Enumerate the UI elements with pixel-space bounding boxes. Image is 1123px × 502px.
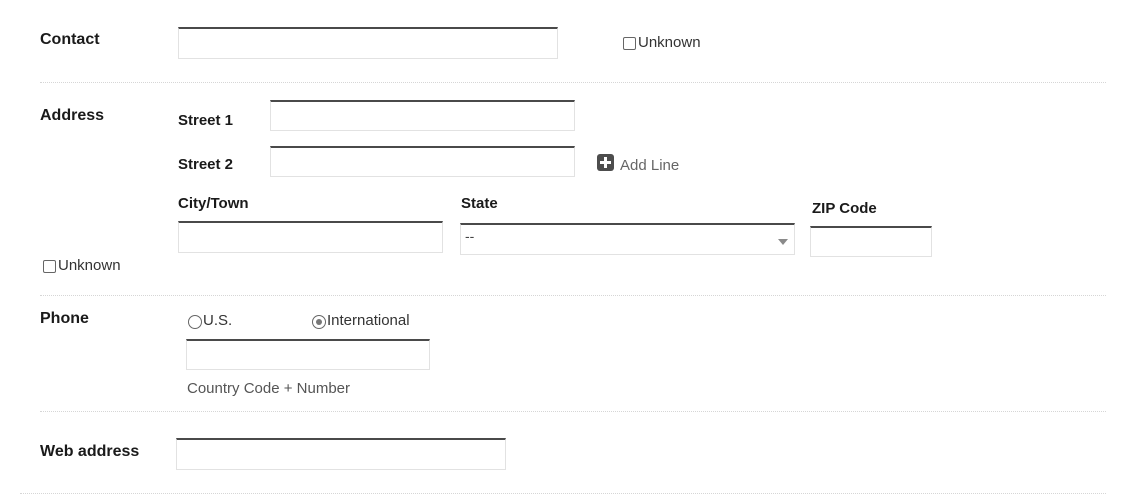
state-label: State: [461, 195, 498, 212]
phone-hint: Country Code + Number: [187, 380, 350, 397]
city-input[interactable]: [178, 221, 443, 253]
contact-unknown-label: Unknown: [638, 34, 701, 51]
divider: [40, 411, 1106, 412]
address-unknown-label: Unknown: [58, 257, 121, 274]
phone-us-label: U.S.: [203, 312, 233, 329]
phone-international-label: International: [327, 312, 410, 329]
state-selected-value: --: [465, 228, 475, 244]
divider: [40, 82, 1106, 83]
street1-label: Street 1: [178, 112, 234, 129]
address-label: Address: [40, 107, 105, 124]
divider: [40, 295, 1106, 296]
add-line-link[interactable]: Add Line: [620, 157, 679, 174]
street2-input[interactable]: [270, 146, 575, 177]
address-unknown-checkbox[interactable]: [43, 260, 56, 273]
contact-input[interactable]: [178, 27, 558, 59]
contact-unknown-checkbox[interactable]: [623, 37, 636, 50]
phone-label: Phone: [40, 310, 89, 327]
divider: [20, 493, 1106, 494]
chevron-down-icon: [778, 239, 788, 245]
street1-input[interactable]: [270, 100, 575, 131]
plus-square-icon[interactable]: [597, 154, 614, 171]
zip-input[interactable]: [810, 226, 932, 257]
city-label: City/Town: [178, 195, 249, 212]
street2-label: Street 2: [178, 156, 234, 173]
zip-label: ZIP Code: [812, 200, 877, 217]
contact-label: Contact: [40, 31, 100, 48]
web-address-input[interactable]: [176, 438, 506, 470]
state-select[interactable]: --: [460, 223, 795, 255]
phone-us-radio[interactable]: [188, 315, 202, 329]
phone-international-radio[interactable]: [312, 315, 326, 329]
phone-input[interactable]: [186, 339, 430, 370]
web-address-label: Web address: [40, 443, 140, 460]
